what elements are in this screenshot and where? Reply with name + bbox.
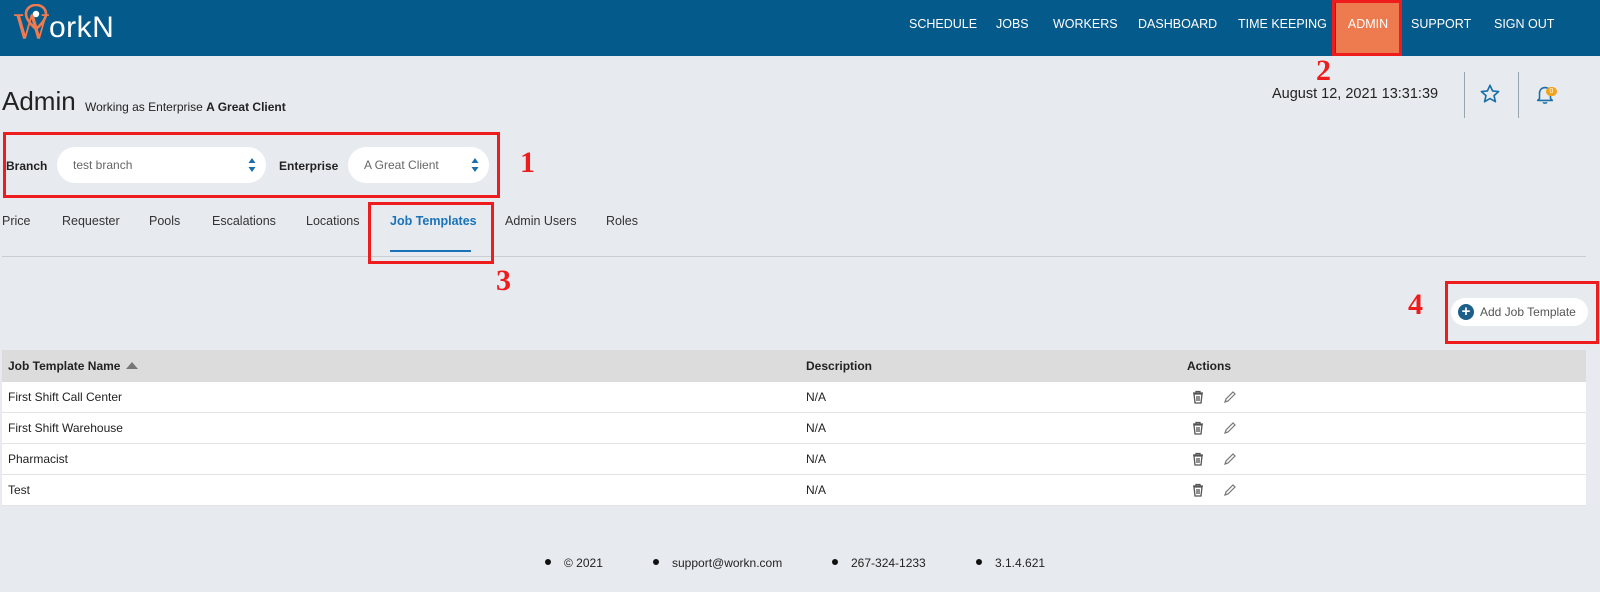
workn-logo[interactable]: WorkN bbox=[14, 4, 115, 50]
sort-up-icon[interactable] bbox=[126, 362, 139, 369]
table-header: Job Template Name Description Actions bbox=[2, 350, 1586, 382]
tab-locations[interactable]: Locations bbox=[306, 214, 360, 228]
tab-pools[interactable]: Pools bbox=[149, 214, 180, 228]
nav-jobs[interactable]: JOBS bbox=[984, 0, 1041, 56]
page-title: Admin bbox=[2, 86, 76, 116]
nav-support[interactable]: SUPPORT bbox=[1399, 0, 1483, 56]
column-header-name-label: Job Template Name bbox=[8, 359, 121, 373]
tab-roles[interactable]: Roles bbox=[606, 214, 638, 228]
tab-price[interactable]: Price bbox=[2, 214, 30, 228]
column-header-name[interactable]: Job Template Name bbox=[8, 359, 139, 373]
page-subtitle: Working as Enterprise A Great Client bbox=[85, 100, 286, 114]
annotation-box-2 bbox=[1332, 0, 1402, 56]
footer-version-text: 3.1.4.621 bbox=[995, 556, 1046, 570]
row-description: N/A bbox=[806, 452, 827, 466]
footer-copyright-text: © 2021 bbox=[564, 556, 603, 570]
footer-support-email[interactable]: support@workn.com bbox=[653, 556, 782, 570]
nav-workers[interactable]: WORKERS bbox=[1041, 0, 1130, 56]
annotation-box-1 bbox=[3, 132, 500, 198]
bullet-icon bbox=[653, 559, 659, 565]
footer-version: 3.1.4.621 bbox=[976, 556, 1045, 570]
tab-requester[interactable]: Requester bbox=[62, 214, 120, 228]
subtitle-enterprise: A Great Client bbox=[206, 100, 286, 114]
annotation-number-2: 2 bbox=[1316, 54, 1331, 87]
pencil-icon[interactable] bbox=[1223, 390, 1237, 404]
column-header-actions: Actions bbox=[1187, 359, 1232, 373]
trash-icon[interactable] bbox=[1191, 452, 1205, 466]
table-row: First Shift Call Center N/A bbox=[2, 382, 1586, 413]
header-divider bbox=[1464, 72, 1465, 118]
row-name: First Shift Call Center bbox=[8, 390, 123, 404]
logo-text: orkN bbox=[48, 11, 115, 44]
footer-phone-text: 267-324-1233 bbox=[851, 556, 926, 570]
bullet-icon bbox=[976, 559, 982, 565]
pencil-icon[interactable] bbox=[1223, 421, 1237, 435]
subtitle-prefix: Working as Enterprise bbox=[85, 100, 203, 114]
table-row: Test N/A bbox=[2, 475, 1586, 506]
location-pin-icon bbox=[24, 4, 48, 30]
current-datetime: August 12, 2021 13:31:39 bbox=[1272, 86, 1439, 102]
tab-admin-users[interactable]: Admin Users bbox=[505, 214, 577, 228]
notification-badge: 0 bbox=[1546, 87, 1557, 96]
table-row: First Shift Warehouse N/A bbox=[2, 413, 1586, 444]
annotation-box-4 bbox=[1445, 281, 1599, 344]
row-name: Pharmacist bbox=[8, 452, 69, 466]
annotation-number-4: 4 bbox=[1408, 288, 1423, 321]
bullet-icon bbox=[832, 559, 838, 565]
row-description: N/A bbox=[806, 390, 827, 404]
nav-time-keeping[interactable]: TIME KEEPING bbox=[1226, 0, 1339, 56]
trash-icon[interactable] bbox=[1191, 390, 1205, 404]
footer-copyright: © 2021 bbox=[545, 556, 603, 570]
header-divider bbox=[1518, 72, 1519, 118]
table-row: Pharmacist N/A bbox=[2, 444, 1586, 475]
footer-email-text[interactable]: support@workn.com bbox=[672, 556, 782, 570]
nav-schedule[interactable]: SCHEDULE bbox=[897, 0, 989, 56]
column-header-description: Description bbox=[806, 359, 873, 373]
footer-phone: 267-324-1233 bbox=[832, 556, 926, 570]
tabs-divider bbox=[2, 256, 1586, 257]
row-name: Test bbox=[8, 483, 31, 497]
pencil-icon[interactable] bbox=[1223, 483, 1237, 497]
tab-escalations[interactable]: Escalations bbox=[212, 214, 276, 228]
annotation-number-1: 1 bbox=[520, 146, 535, 179]
row-description: N/A bbox=[806, 483, 827, 497]
nav-dashboard[interactable]: DASHBOARD bbox=[1126, 0, 1229, 56]
pencil-icon[interactable] bbox=[1223, 452, 1237, 466]
trash-icon[interactable] bbox=[1191, 421, 1205, 435]
trash-icon[interactable] bbox=[1191, 483, 1205, 497]
bullet-icon bbox=[545, 559, 551, 565]
nav-sign-out[interactable]: SIGN OUT bbox=[1482, 0, 1566, 56]
star-icon[interactable] bbox=[1479, 83, 1501, 105]
annotation-number-3: 3 bbox=[496, 264, 511, 297]
row-description: N/A bbox=[806, 421, 827, 435]
annotation-box-3 bbox=[368, 202, 494, 264]
row-name: First Shift Warehouse bbox=[8, 421, 123, 435]
